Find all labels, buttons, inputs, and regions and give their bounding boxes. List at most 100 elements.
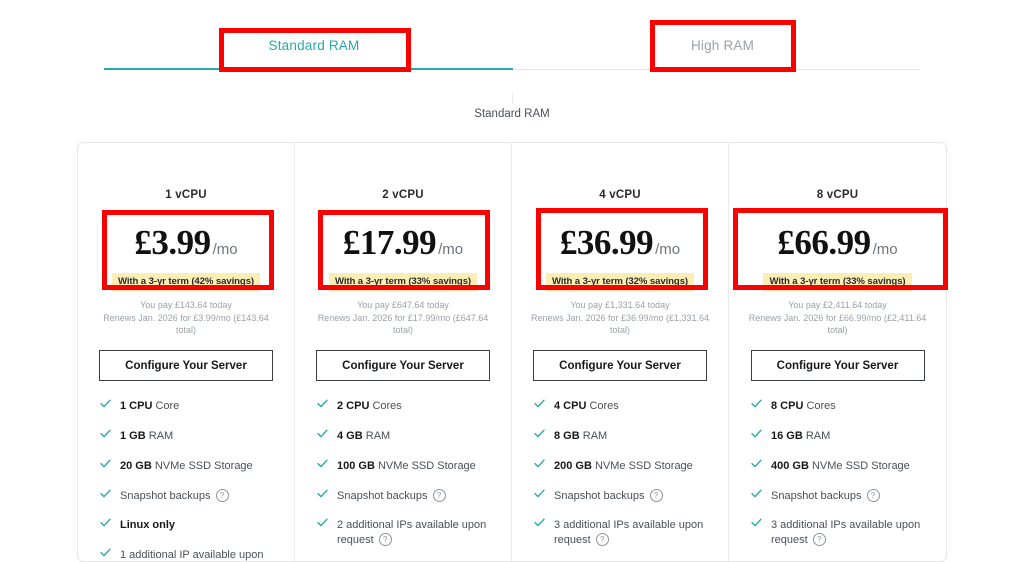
feature-detail: NVMe SSD Storage bbox=[152, 460, 253, 472]
feature-text: 4 GB RAM bbox=[337, 429, 390, 444]
feature-item: 3 additional IPs available upon request? bbox=[751, 518, 928, 548]
check-icon bbox=[100, 548, 113, 562]
feature-text: 8 CPU Cores bbox=[771, 399, 836, 414]
feature-list: 2 CPU Cores4 GB RAM100 GB NVMe SSD Stora… bbox=[313, 399, 493, 548]
feature-item: 16 GB RAM bbox=[751, 429, 928, 444]
feature-item: 8 GB RAM bbox=[534, 429, 710, 444]
check-icon bbox=[317, 459, 330, 473]
feature-item: 1 CPU Core bbox=[100, 399, 276, 414]
help-circle-icon[interactable]: ? bbox=[433, 489, 446, 502]
feature-text: Snapshot backups? bbox=[554, 489, 663, 504]
plan-price-amount: £36.99 bbox=[560, 223, 653, 262]
configure-server-button[interactable]: Configure Your Server bbox=[533, 350, 707, 381]
help-circle-icon[interactable]: ? bbox=[867, 489, 880, 502]
feature-emphasis: Linux only bbox=[120, 519, 175, 531]
feature-emphasis: 1 CPU bbox=[120, 400, 152, 412]
check-icon bbox=[534, 429, 547, 443]
pay-today-text: You pay £2,411.64 today bbox=[747, 299, 928, 311]
renewal-text: Renews Jan. 2026 for £17.99/mo (£647.64 … bbox=[313, 312, 493, 336]
feature-emphasis: 4 CPU bbox=[554, 400, 586, 412]
configure-server-button[interactable]: Configure Your Server bbox=[751, 350, 925, 381]
feature-emphasis: 8 GB bbox=[554, 430, 580, 442]
check-icon bbox=[100, 489, 113, 503]
feature-text: 16 GB RAM bbox=[771, 429, 830, 444]
feature-detail: Snapshot backups bbox=[120, 490, 211, 502]
pricing-card: 8 vCPU £66.99/mo With a 3-yr term (33% sav… bbox=[729, 143, 946, 561]
feature-text: 400 GB NVMe SSD Storage bbox=[771, 459, 910, 474]
plan-price-amount: £3.99 bbox=[134, 223, 210, 262]
feature-detail: Snapshot backups bbox=[771, 490, 862, 502]
feature-detail: NVMe SSD Storage bbox=[809, 460, 910, 472]
pricing-card: 2 vCPU£17.99/moWith a 3-yr term (33% sav… bbox=[295, 143, 512, 561]
feature-emphasis: 400 GB bbox=[771, 460, 809, 472]
feature-detail: RAM bbox=[146, 430, 174, 442]
feature-text: Snapshot backups? bbox=[120, 489, 229, 504]
feature-detail: Core bbox=[152, 400, 179, 412]
feature-detail: NVMe SSD Storage bbox=[375, 460, 476, 472]
feature-item: Snapshot backups? bbox=[100, 489, 276, 504]
help-circle-icon[interactable]: ? bbox=[379, 533, 392, 546]
plan-title: 4 vCPU bbox=[530, 189, 710, 201]
feature-text: 3 additional IPs available upon request? bbox=[771, 518, 928, 548]
renewal-text: Renews Jan. 2026 for £36.99/mo (£1,331.6… bbox=[530, 312, 710, 336]
feature-item: Snapshot backups? bbox=[534, 489, 710, 504]
check-icon bbox=[751, 399, 764, 413]
feature-item: 100 GB NVMe SSD Storage bbox=[317, 459, 493, 474]
help-circle-icon[interactable]: ? bbox=[596, 533, 609, 546]
feature-emphasis: 100 GB bbox=[337, 460, 375, 472]
section-caption: Standard RAM bbox=[0, 108, 1024, 120]
renewal-text: Renews Jan. 2026 for £3.99/mo (£143.64 t… bbox=[96, 312, 276, 336]
pricing-card: 1 vCPU£3.99/moWith a 3-yr term (42% savi… bbox=[78, 143, 295, 561]
check-icon bbox=[317, 399, 330, 413]
check-icon bbox=[534, 518, 547, 532]
plan-title: 8 vCPU bbox=[747, 189, 928, 201]
feature-item: 8 CPU Cores bbox=[751, 399, 928, 414]
check-icon bbox=[317, 489, 330, 503]
plan-price-period: /mo bbox=[438, 241, 463, 258]
plan-price-row: £36.99/mo bbox=[530, 223, 710, 263]
help-circle-icon[interactable]: ? bbox=[813, 533, 826, 546]
feature-item: Snapshot backups? bbox=[317, 489, 493, 504]
feature-detail: NVMe SSD Storage bbox=[592, 460, 693, 472]
feature-item: 4 GB RAM bbox=[317, 429, 493, 444]
feature-emphasis: 1 GB bbox=[120, 430, 146, 442]
configure-server-button[interactable]: Configure Your Server bbox=[99, 350, 273, 381]
savings-badge: With a 3-yr term (32% savings) bbox=[546, 273, 694, 292]
savings-badge: With a 3-yr term (33% savings) bbox=[763, 273, 911, 292]
plan-price-row: £66.99/mo bbox=[747, 223, 928, 263]
tab-high-ram[interactable]: High RAM bbox=[650, 38, 795, 53]
savings-badge: With a 3-yr term (42% savings) bbox=[112, 273, 260, 292]
pay-today-text: You pay £647.64 today bbox=[313, 299, 493, 311]
feature-text: 1 GB RAM bbox=[120, 429, 173, 444]
plan-title: 1 vCPU bbox=[96, 189, 276, 201]
feature-detail: Snapshot backups bbox=[554, 490, 645, 502]
configure-server-button[interactable]: Configure Your Server bbox=[316, 350, 490, 381]
check-icon bbox=[751, 518, 764, 532]
plan-price-period: /mo bbox=[873, 241, 898, 258]
check-icon bbox=[534, 489, 547, 503]
feature-text: 200 GB NVMe SSD Storage bbox=[554, 459, 693, 474]
feature-text: 1 CPU Core bbox=[120, 399, 179, 414]
pricing-card-grid: 1 vCPU £3.99/mo With a 3-yr term (42% savi… bbox=[77, 142, 947, 562]
feature-text: 1 additional IP available upon request? bbox=[120, 548, 276, 562]
feature-item: 20 GB NVMe SSD Storage bbox=[100, 459, 276, 474]
feature-emphasis: 8 CPU bbox=[771, 400, 803, 412]
help-circle-icon[interactable]: ? bbox=[216, 489, 229, 502]
feature-detail: RAM bbox=[803, 430, 831, 442]
feature-emphasis: 4 GB bbox=[337, 430, 363, 442]
feature-text: 100 GB NVMe SSD Storage bbox=[337, 459, 476, 474]
check-icon bbox=[751, 489, 764, 503]
feature-text: 2 additional IPs available upon request? bbox=[337, 518, 493, 548]
plan-price-row: £17.99/mo bbox=[313, 223, 493, 263]
check-icon bbox=[317, 429, 330, 443]
feature-detail: Snapshot backups bbox=[337, 490, 428, 502]
feature-item: Linux only bbox=[100, 518, 276, 533]
plan-price-amount: £17.99 bbox=[343, 223, 436, 262]
tab-standard-ram[interactable]: Standard RAM bbox=[219, 38, 409, 53]
feature-detail: RAM bbox=[363, 430, 391, 442]
check-icon bbox=[100, 429, 113, 443]
feature-detail: 1 additional IP available upon request bbox=[120, 549, 264, 562]
check-icon bbox=[100, 518, 113, 532]
help-circle-icon[interactable]: ? bbox=[650, 489, 663, 502]
feature-list: 4 CPU Cores8 GB RAM200 GB NVMe SSD Stora… bbox=[530, 399, 710, 548]
